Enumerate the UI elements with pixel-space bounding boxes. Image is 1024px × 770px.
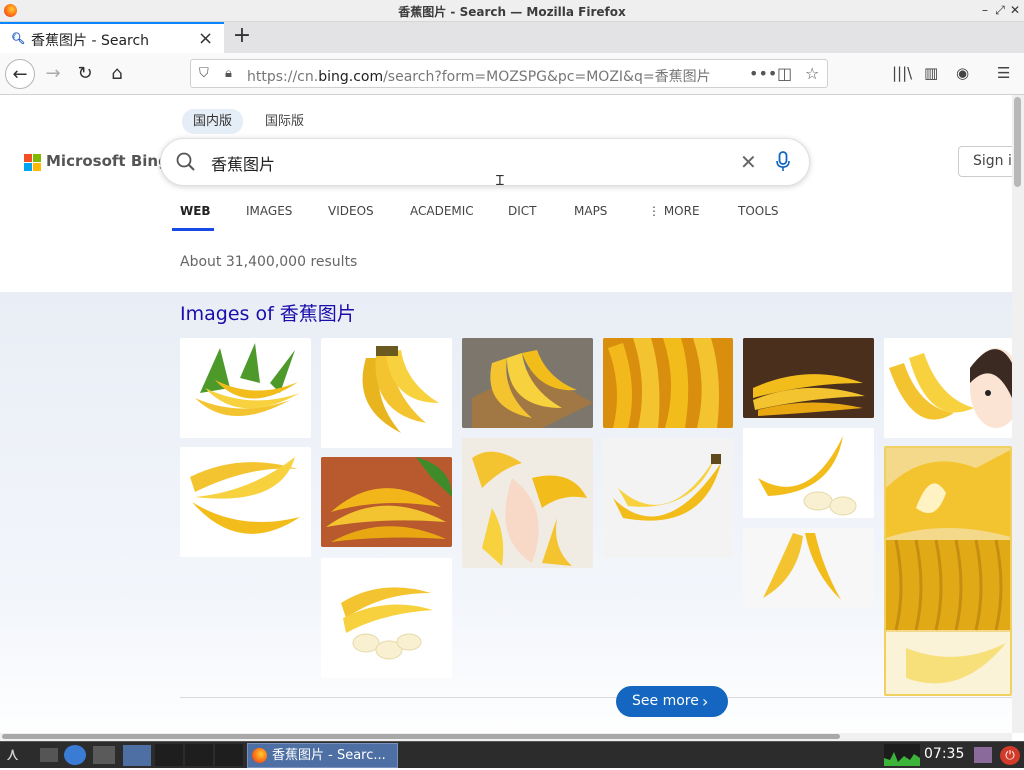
tab-maps[interactable]: MAPS: [574, 204, 607, 218]
microphone-icon[interactable]: [775, 151, 791, 173]
show-desktop-icon[interactable]: [40, 748, 58, 762]
tab-images[interactable]: IMAGES: [246, 204, 292, 218]
banana-image-10[interactable]: [743, 338, 874, 418]
url-bar[interactable]: ⛉ 🔒︎ https://cn.bing.com/search?form=MOZ…: [190, 59, 828, 88]
workspace-3[interactable]: [215, 744, 243, 766]
vertical-scroll-thumb[interactable]: [1014, 97, 1021, 187]
scope-domestic[interactable]: 国内版: [182, 109, 244, 134]
web-page: 国内版 国际版 Microsoft Bing ✕ Sign in WEB IMA…: [0, 95, 1012, 733]
search-box[interactable]: ✕: [160, 138, 810, 186]
menu-icon[interactable]: ☰: [997, 64, 1010, 82]
more-dots-icon: ⋮: [648, 204, 660, 218]
power-icon[interactable]: ⏻: [1000, 746, 1020, 765]
banana-image-1[interactable]: [180, 338, 311, 438]
file-manager-icon[interactable]: [93, 746, 115, 764]
reload-button[interactable]: ↻: [70, 59, 100, 89]
tab-bing-search[interactable]: 🔍︎ 香蕉图片 - Search ×: [0, 22, 224, 53]
scope-international[interactable]: 国际版: [254, 109, 315, 134]
banana-image-9[interactable]: [603, 438, 733, 558]
tab-label: 香蕉图片 - Search: [31, 33, 150, 49]
active-tab-underline: [172, 228, 214, 231]
banana-image-11[interactable]: [743, 428, 874, 518]
banana-image-5[interactable]: [321, 558, 452, 678]
sign-in-button[interactable]: Sign in: [958, 146, 1012, 177]
taskbar-firefox-window[interactable]: 香蕉图片 - Searc...: [247, 743, 398, 768]
ms-logo-green: [33, 154, 41, 162]
banana-image-14[interactable]: [884, 446, 1012, 696]
workspace-1[interactable]: [155, 744, 183, 766]
tab-web[interactable]: WEB: [180, 204, 211, 218]
url-text[interactable]: https://cn.bing.com/search?form=MOZSPG&p…: [247, 66, 711, 86]
horizontal-scrollbar[interactable]: [0, 733, 1012, 741]
window-titlebar: 香蕉图片 - Search — Mozilla Firefox – ⤢ ✕: [0, 0, 1024, 22]
tab-strip: 🔍︎ 香蕉图片 - Search × +: [0, 22, 1024, 53]
clock[interactable]: 07:35: [924, 746, 964, 762]
tray-icon[interactable]: [974, 747, 992, 763]
text-cursor-icon: Ɪ: [496, 173, 504, 189]
see-more-button[interactable]: See more ›: [616, 686, 728, 717]
tab-academic[interactable]: ACADEMIC: [410, 204, 474, 218]
page-actions-icon[interactable]: •••: [749, 64, 777, 83]
bookmark-star-icon[interactable]: ☆: [805, 64, 819, 83]
forward-button[interactable]: →: [38, 59, 68, 89]
firefox-launcher-icon[interactable]: [123, 745, 151, 766]
image-results-section: Images of 香蕉图片 See more ›: [0, 292, 1012, 733]
search-favicon-icon: 🔍︎: [11, 32, 25, 45]
ms-logo-yellow: [33, 163, 41, 171]
new-tab-button[interactable]: +: [230, 24, 254, 48]
banana-image-6[interactable]: [462, 338, 593, 428]
chevron-right-icon: ›: [702, 692, 709, 711]
lock-icon[interactable]: 🔒︎: [225, 66, 232, 81]
banana-image-8[interactable]: [603, 338, 733, 428]
banana-image-4[interactable]: [321, 457, 452, 547]
ms-logo-red: [24, 154, 32, 162]
sidebar-icon[interactable]: ▥: [924, 64, 938, 82]
back-button[interactable]: ←: [5, 59, 35, 89]
workspace-2[interactable]: [185, 744, 213, 766]
tab-dict[interactable]: DICT: [508, 204, 537, 218]
shield-icon[interactable]: ⛉: [199, 66, 209, 81]
clear-search-icon[interactable]: ✕: [740, 150, 757, 174]
horizontal-scroll-thumb[interactable]: [2, 734, 840, 739]
banana-image-2[interactable]: [180, 447, 311, 557]
see-more-label: See more: [632, 693, 699, 709]
banana-image-13[interactable]: [884, 338, 1012, 438]
minimize-icon[interactable]: –: [977, 2, 993, 18]
navigation-toolbar: ← → ↻ ⌂ ⛉ 🔒︎ https://cn.bing.com/search?…: [0, 53, 1024, 95]
search-input[interactable]: [211, 150, 731, 176]
close-window-icon[interactable]: ✕: [1007, 2, 1023, 18]
library-icon[interactable]: |||\: [892, 64, 912, 82]
task-label: 香蕉图片 - Searc...: [272, 748, 386, 763]
pocket-icon[interactable]: ◫: [777, 64, 792, 83]
taskbar: ⋏ 香蕉图片 - Searc... 07:35 ⏻: [0, 741, 1024, 768]
bing-logo-text: Microsoft Bing: [46, 152, 169, 170]
search-icon[interactable]: [175, 151, 197, 173]
ms-logo-blue: [24, 163, 32, 171]
tab-videos[interactable]: VIDEOS: [328, 204, 374, 218]
section-divider: [180, 697, 1012, 698]
tab-more[interactable]: ⋮ MORE: [648, 204, 700, 218]
account-icon[interactable]: ◉: [956, 64, 969, 82]
cpu-monitor-graph: [884, 744, 920, 766]
close-tab-icon[interactable]: ×: [198, 28, 213, 49]
tab-tools[interactable]: TOOLS: [738, 204, 779, 218]
banana-image-12[interactable]: [743, 528, 874, 608]
browser-launcher-icon[interactable]: [64, 745, 86, 765]
home-button[interactable]: ⌂: [102, 59, 132, 89]
firefox-icon: [252, 748, 267, 763]
banana-image-3[interactable]: [321, 338, 452, 448]
start-menu-icon[interactable]: ⋏: [6, 744, 32, 766]
results-count: About 31,400,000 results: [180, 254, 358, 270]
banana-image-7[interactable]: [462, 438, 593, 568]
vertical-scrollbar[interactable]: [1012, 95, 1024, 733]
images-heading[interactable]: Images of 香蕉图片: [180, 299, 356, 326]
window-title: 香蕉图片 - Search — Mozilla Firefox: [398, 5, 626, 19]
maximize-icon[interactable]: ⤢: [992, 2, 1008, 18]
